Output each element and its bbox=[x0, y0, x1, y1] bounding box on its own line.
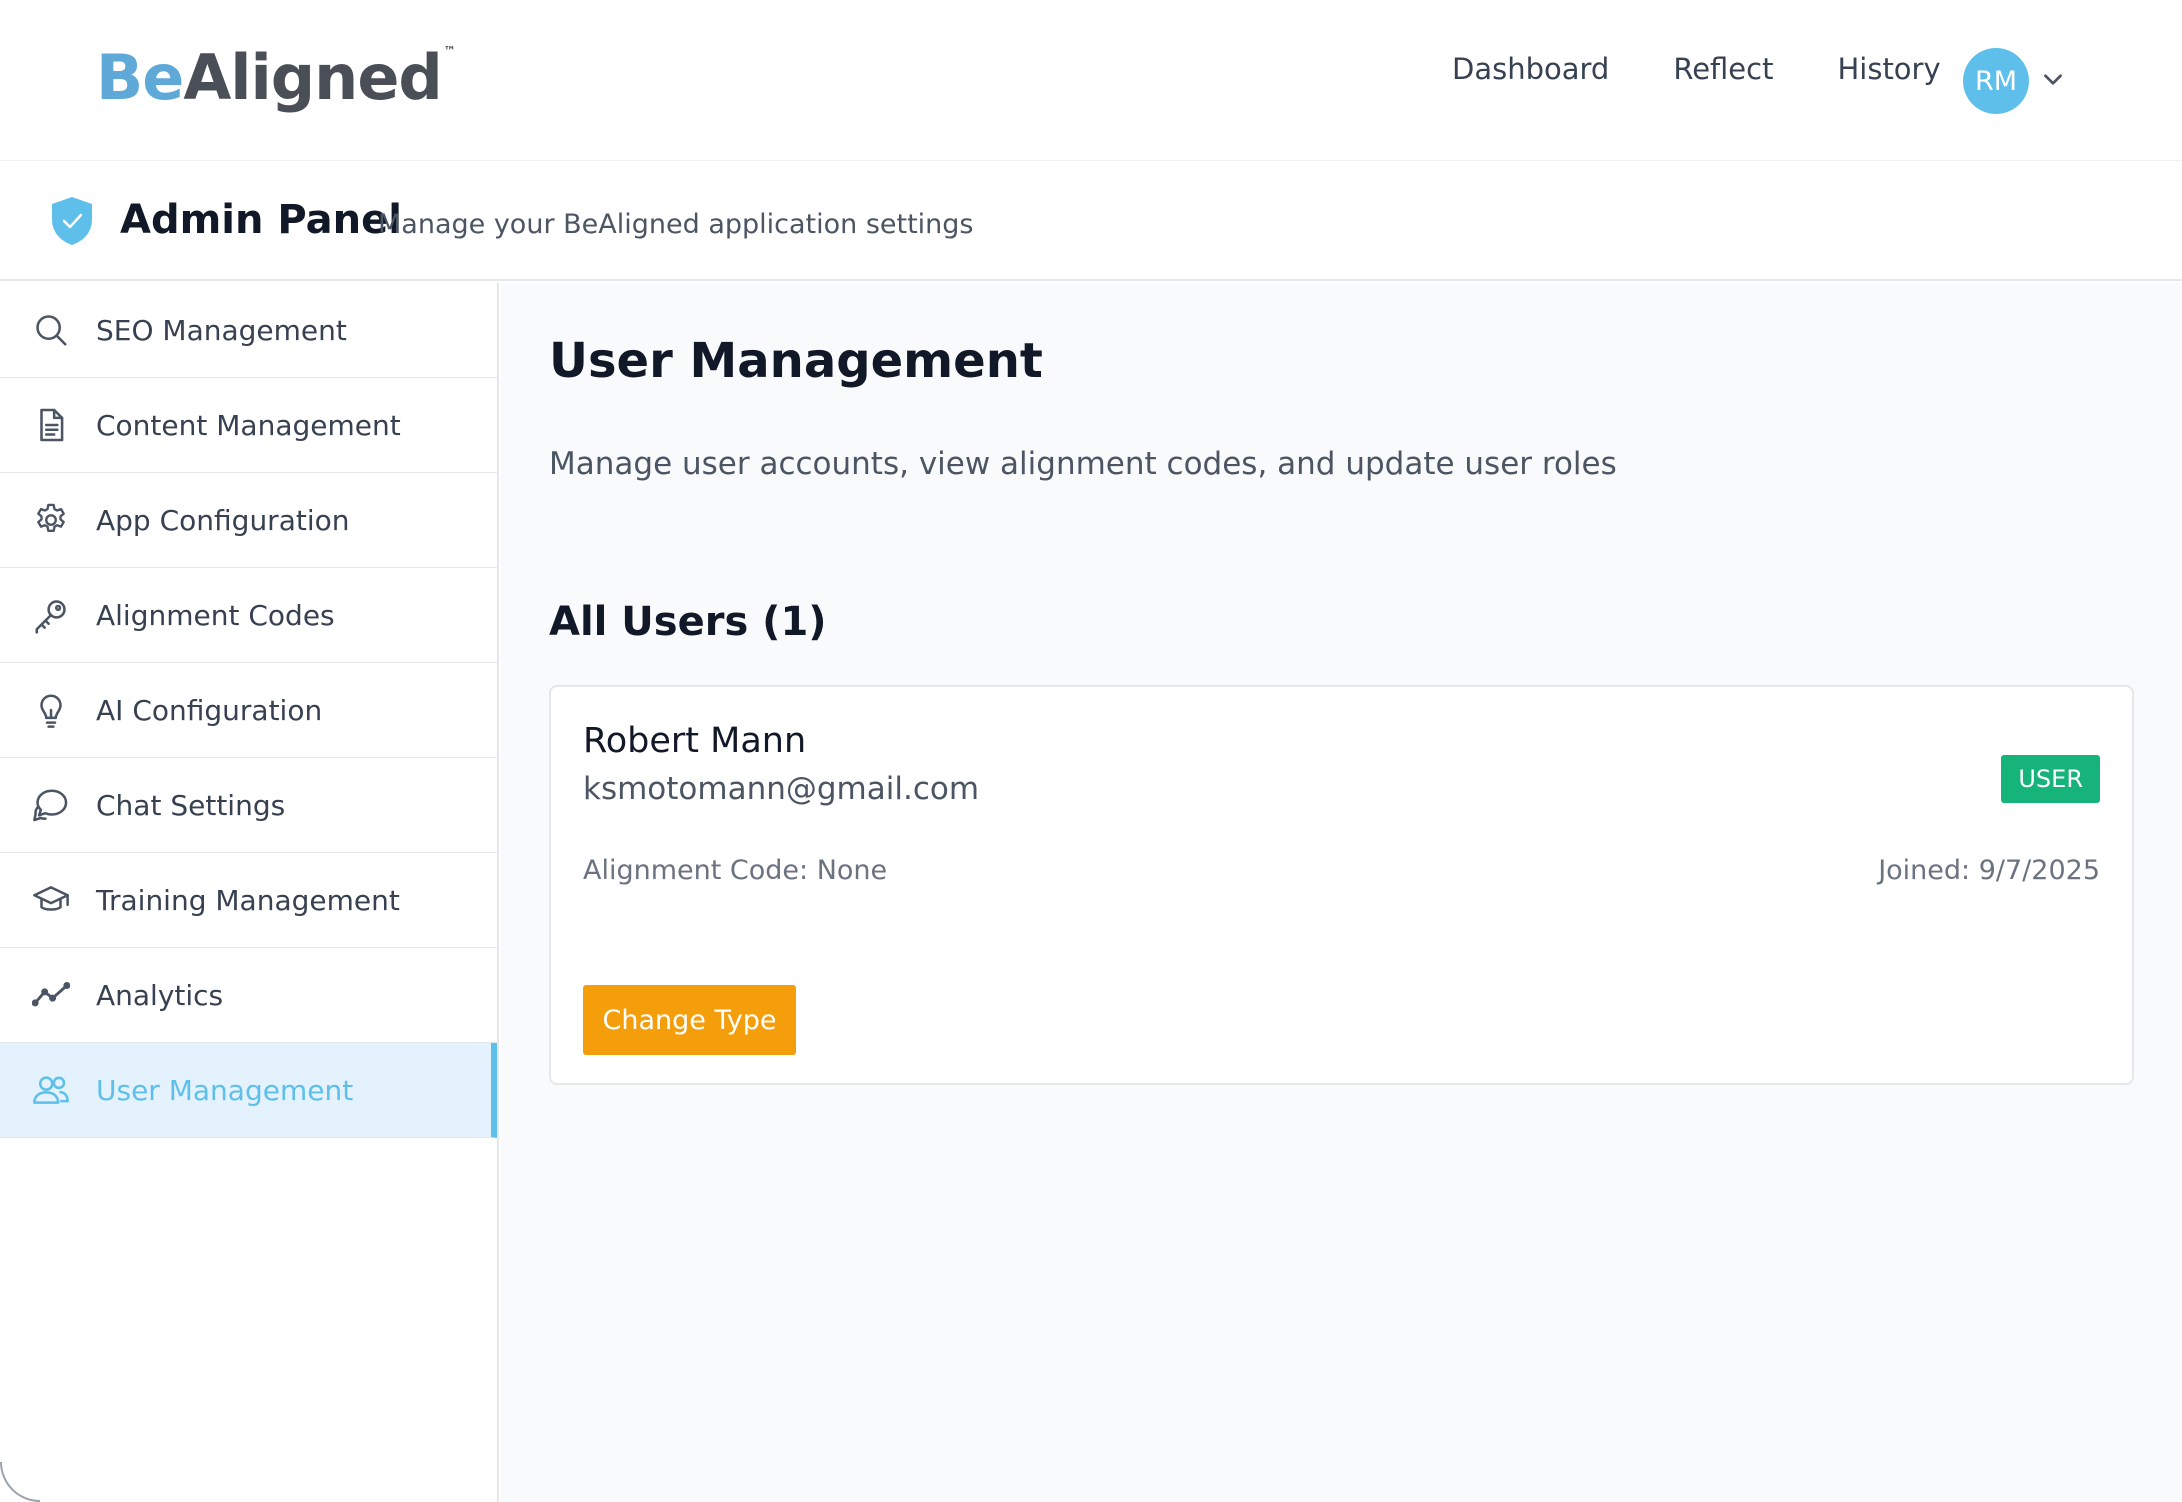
page-title: User Management bbox=[549, 333, 1043, 389]
main-content: User Management Manage user accounts, vi… bbox=[501, 283, 2182, 1502]
users-count-heading: All Users (1) bbox=[549, 599, 827, 645]
top-navbar: Be Aligned ™ Dashboard Reflect History RM bbox=[0, 0, 2182, 161]
joined-date: Joined: 9/7/2025 bbox=[1878, 855, 2100, 886]
sidebar-item-analytics[interactable]: Analytics bbox=[0, 948, 497, 1043]
sidebar-item-label: Analytics bbox=[96, 978, 224, 1012]
sidebar-item-label: Chat Settings bbox=[96, 788, 286, 822]
key-icon bbox=[35, 600, 66, 634]
user-card: Robert Mann ksmotomann@gmail.com USER Al… bbox=[549, 685, 2134, 1085]
user-email: ksmotomann@gmail.com bbox=[583, 771, 980, 807]
sidebar-item-label: App Configuration bbox=[96, 503, 350, 537]
sidebar-item-training-management[interactable]: Training Management bbox=[0, 853, 497, 948]
sidebar-item-label: AI Configuration bbox=[96, 693, 323, 727]
window-corner bbox=[0, 1462, 40, 1502]
change-type-button[interactable]: Change Type bbox=[583, 985, 796, 1055]
sidebar-item-label: Alignment Codes bbox=[96, 598, 335, 632]
document-icon bbox=[40, 408, 64, 442]
sidebar-item-content-management[interactable]: Content Management bbox=[0, 378, 497, 473]
user-name: Robert Mann bbox=[583, 721, 807, 761]
sidebar-item-label: Training Management bbox=[96, 883, 400, 917]
nav-reflect-link[interactable]: Reflect bbox=[1673, 52, 1773, 86]
sidebar-item-label: SEO Management bbox=[96, 313, 347, 347]
sidebar-item-user-management[interactable]: User Management bbox=[0, 1043, 497, 1138]
alignment-code: Alignment Code: None bbox=[583, 855, 888, 886]
user-avatar[interactable]: RM bbox=[1963, 48, 2029, 114]
main-nav: Dashboard Reflect History bbox=[1452, 52, 2005, 86]
role-badge: USER bbox=[2001, 755, 2100, 803]
nav-history-link[interactable]: History bbox=[1837, 52, 1940, 86]
sidebar-item-label: User Management bbox=[96, 1073, 354, 1107]
sidebar-item-ai-configuration[interactable]: AI Configuration bbox=[0, 663, 497, 758]
lightbulb-icon bbox=[40, 694, 62, 728]
chevron-down-icon[interactable] bbox=[2040, 66, 2066, 92]
users-icon bbox=[33, 1076, 69, 1104]
search-icon bbox=[36, 315, 67, 346]
nav-dashboard-link[interactable]: Dashboard bbox=[1452, 52, 1609, 86]
gear-icon bbox=[37, 503, 65, 532]
sidebar-item-alignment-codes[interactable]: Alignment Codes bbox=[0, 568, 497, 663]
sidebar-item-chat-settings[interactable]: Chat Settings bbox=[0, 758, 497, 853]
bealigned-logo[interactable]: Be Aligned ™ bbox=[96, 38, 456, 128]
trend-line-icon bbox=[32, 982, 70, 1007]
admin-panel-header: Admin Panel Manage your BeAligned applic… bbox=[0, 161, 2182, 281]
admin-panel-title: Admin Panel bbox=[120, 197, 402, 243]
sidebar-item-label: Content Management bbox=[96, 408, 401, 442]
sidebar-item-seo-management[interactable]: SEO Management bbox=[0, 283, 497, 378]
page-description: Manage user accounts, view alignment cod… bbox=[549, 446, 1617, 482]
sidebar-item-app-configuration[interactable]: App Configuration bbox=[0, 473, 497, 568]
admin-sidebar: SEO Management Content Management App Co… bbox=[0, 283, 499, 1502]
shield-check-icon bbox=[52, 197, 92, 245]
graduation-cap-icon bbox=[33, 886, 69, 911]
chat-bubbles-icon bbox=[33, 789, 68, 822]
admin-panel-subtitle: Manage your BeAligned application settin… bbox=[378, 209, 974, 240]
